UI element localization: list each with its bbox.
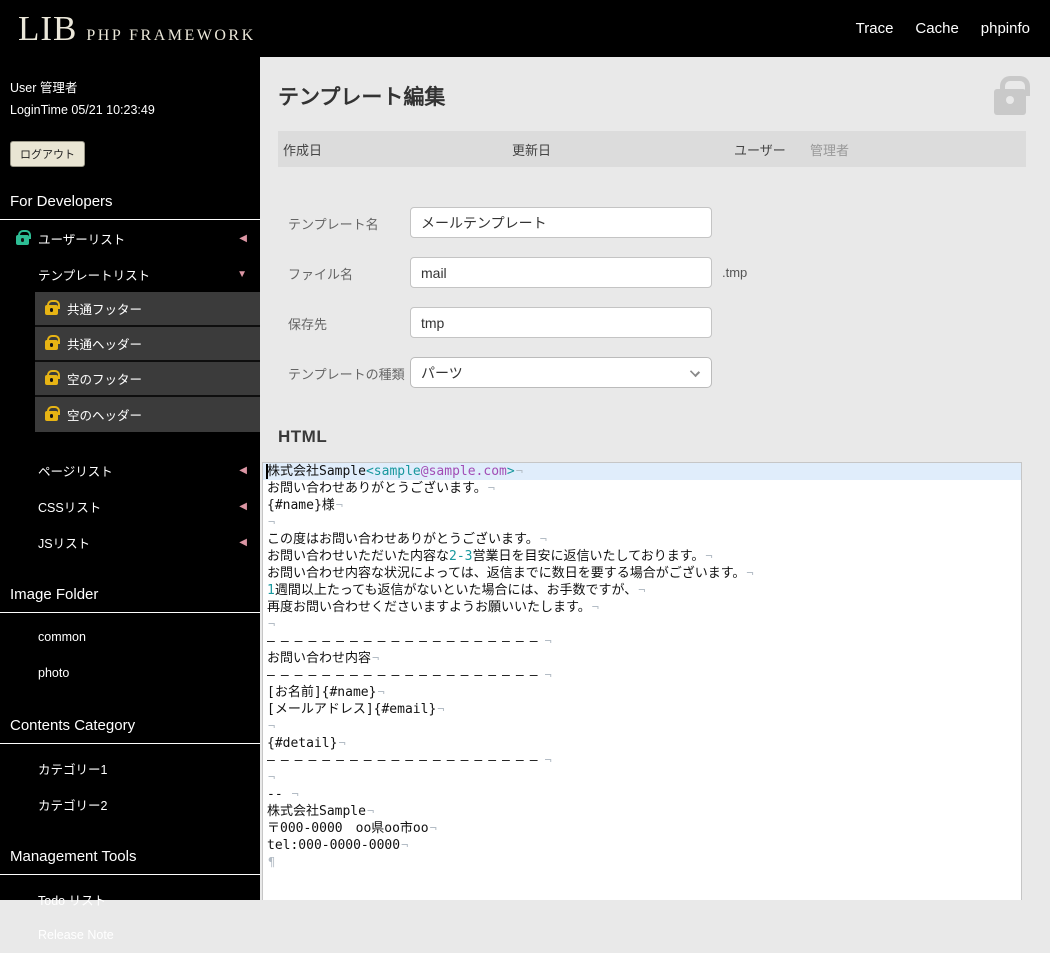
html-section-heading: HTML [278,427,328,446]
sidebar-item-label: Todo リスト [38,893,107,908]
text-cursor [266,464,268,479]
sidebar-item-label: Release Note [38,928,114,942]
sidebar-item-template-list[interactable]: テンプレートリスト ▼ [0,256,260,292]
lock-icon [45,299,60,318]
collapse-left-triangle-icon: ◀ [239,232,247,244]
save-dir-input[interactable] [410,307,712,338]
sidebar-login-time: LoginTime 05/21 10:23:49 [10,103,155,117]
sidebar-item-label: カテゴリー1 [38,762,108,777]
file-name-label: ファイル名 [288,267,354,282]
sidebar-item-common-folder[interactable]: common [0,619,260,655]
sidebar-item-label: カテゴリー2 [38,798,108,813]
meta-bar: 作成日 更新日 ユーザー 管理者 [278,131,1026,167]
created-date-label: 作成日 [283,142,323,158]
subitem-label: 空のフッター [67,373,143,387]
page-title: テンプレート編集 [278,86,446,109]
sidebar-item-label: テンプレートリスト [38,268,151,283]
nav-phpinfo-link[interactable]: phpinfo [981,20,1030,37]
section-image-folder: Image Folder [0,586,260,613]
top-header-bar: LIB PHP FRAMEWORK Trace Cache phpinfo [0,0,1050,57]
collapse-left-triangle-icon: ◀ [239,464,247,476]
save-dir-row: 保存先 [260,307,1050,338]
editor-lines: 株式会社Sample<sample@sample.com>¬ お問い合わせありがと… [263,463,1021,871]
sidebar-item-category-2[interactable]: カテゴリー2 [0,786,260,822]
lock-icon [45,369,60,388]
section-management-tools: Management Tools [0,848,260,875]
file-name-input[interactable] [410,257,712,288]
chevron-down-icon [689,366,701,378]
sidebar-item-label: photo [38,666,70,680]
sidebar-item-js-list[interactable]: JSリスト ◀ [0,524,260,560]
sidebar-item-css-list[interactable]: CSSリスト ◀ [0,488,260,524]
html-code-editor[interactable]: 株式会社Sample<sample@sample.com>¬ お問い合わせありがと… [262,462,1022,900]
logout-button[interactable]: ログアウト [10,141,85,167]
sidebar-item-label: CSSリスト [38,500,102,515]
sidebar-item-release-note[interactable]: Release Note [0,917,260,953]
lock-icon [16,230,31,248]
sidebar-subitem-common-footer[interactable]: 共通フッター [35,292,260,327]
sidebar-item-label: common [38,630,86,644]
sidebar: User 管理者 LoginTime 05/21 10:23:49 ログアウト … [0,57,260,942]
sidebar-item-label: ユーザーリスト [38,232,126,247]
template-type-row: テンプレートの種類 パーツ [260,357,1050,388]
subitem-label: 空のヘッダー [67,409,143,423]
sidebar-item-page-list[interactable]: ページリスト ◀ [0,452,260,488]
sidebar-user-label: User 管理者 [10,81,78,95]
template-name-input[interactable] [410,207,712,238]
sidebar-item-user-list[interactable]: ユーザーリスト ◀ [0,220,260,256]
selected-option: パーツ [421,364,463,381]
top-nav: Trace Cache phpinfo [856,20,1030,37]
file-extension-suffix: .tmp [722,265,748,280]
logo-text: LIB [18,8,78,48]
template-sublist: 共通フッター 共通ヘッダー 空のフッター 空のヘッダー [35,292,260,432]
lock-icon [45,334,60,353]
lock-icon [45,405,60,424]
sidebar-item-category-1[interactable]: カテゴリー1 [0,750,260,786]
user-value: 管理者 [810,142,850,158]
sidebar-subitem-empty-footer[interactable]: 空のフッター [35,362,260,397]
logo-subtitle: PHP FRAMEWORK [86,26,256,44]
expand-down-triangle-icon: ▼ [237,268,247,280]
template-type-select[interactable]: パーツ [410,357,712,388]
sidebar-subitem-empty-header[interactable]: 空のヘッダー [35,397,260,432]
template-type-label: テンプレートの種類 [288,367,405,382]
sidebar-item-label: ページリスト [38,464,113,479]
section-contents-category: Contents Category [0,717,260,744]
updated-date-label: 更新日 [512,142,552,158]
sidebar-subitem-common-header[interactable]: 共通ヘッダー [35,327,260,362]
user-label: ユーザー [734,142,786,158]
sidebar-item-todo-list[interactable]: Todo リスト [0,881,260,917]
template-name-label: テンプレート名 [288,217,379,232]
collapse-left-triangle-icon: ◀ [239,536,247,548]
locked-status-icon [994,76,1030,115]
nav-trace-link[interactable]: Trace [856,20,894,37]
main-content: テンプレート編集 作成日 更新日 ユーザー 管理者 テンプレート名 ファイル名 … [260,57,1050,900]
collapse-left-triangle-icon: ◀ [239,500,247,512]
nav-cache-link[interactable]: Cache [915,20,958,37]
sidebar-item-label: JSリスト [38,536,91,551]
template-name-row: テンプレート名 [260,207,1050,238]
app-logo[interactable]: LIB PHP FRAMEWORK [18,9,256,49]
subitem-label: 共通ヘッダー [67,338,143,352]
file-name-row: ファイル名 .tmp [260,257,1050,288]
save-dir-label: 保存先 [288,317,328,332]
subitem-label: 共通フッター [67,303,143,317]
section-for-developers: For Developers [0,193,260,220]
sidebar-item-photo-folder[interactable]: photo [0,655,260,691]
